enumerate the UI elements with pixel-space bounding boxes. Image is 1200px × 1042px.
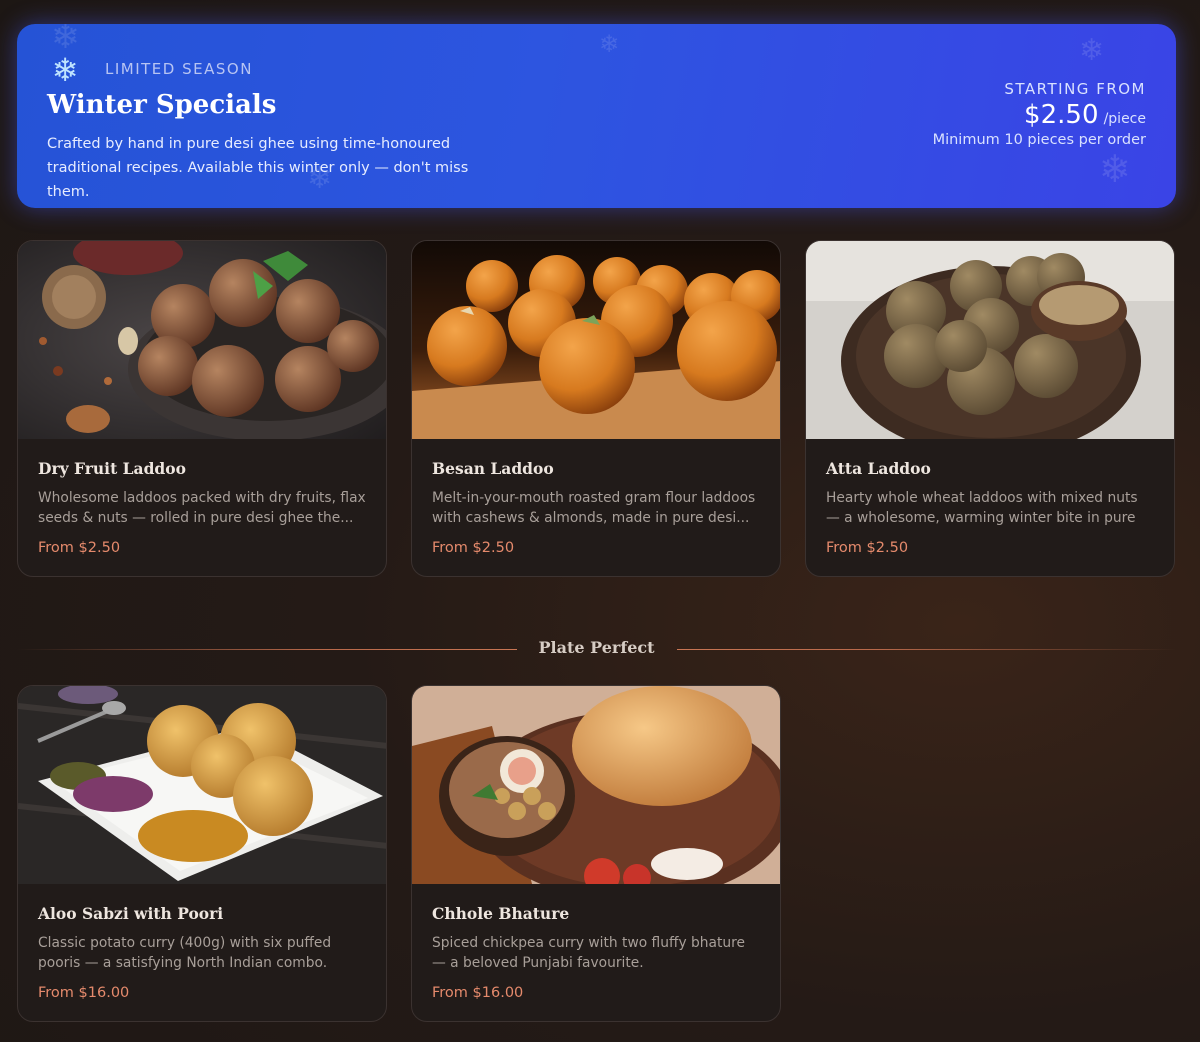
product-name[interactable]: Besan Laddoo [432, 459, 760, 478]
dry-fruit-laddoo-image [18, 241, 386, 439]
product-description: Hearty whole wheat laddoos with mixed nu… [826, 490, 1138, 526]
aloo-sabzi-poori-image [18, 686, 386, 884]
banner-description: Crafted by hand in pure desi ghee using … [47, 136, 469, 200]
price-note: Minimum 10 pieces per order [932, 132, 1146, 148]
product-card-dry-fruit-laddoo[interactable]: Dry Fruit Laddoo Wholesome laddoos packe… [17, 240, 387, 577]
atta-laddoo-image [806, 241, 1174, 439]
product-description: Melt-in-your-mouth roasted gram flour la… [432, 490, 756, 526]
product-name[interactable]: Dry Fruit Laddoo [38, 459, 366, 478]
starting-price-box: STARTING FROM $2.50 /piece Minimum 10 pi… [933, 80, 1146, 148]
snowflake-icon: ❄ [51, 51, 79, 89]
product-card-besan-laddoo[interactable]: Besan Laddoo Melt-in-your-mouth roasted … [411, 240, 781, 577]
product-price: From $2.50 [38, 540, 121, 556]
price-eyebrow: STARTING FROM [1004, 80, 1146, 98]
section-title: Plate Perfect [538, 638, 655, 657]
price-unit: /piece [1103, 111, 1146, 127]
snowflake-decoration-icon: ❄ [1079, 33, 1105, 68]
product-name[interactable]: Chhole Bhature [432, 904, 760, 923]
product-price: From $16.00 [38, 985, 130, 1001]
product-description: Wholesome laddoos packed with dry fruits… [38, 490, 366, 526]
starting-price: $2.50 [1024, 100, 1099, 130]
product-name[interactable]: Atta Laddoo [826, 459, 1154, 478]
product-card-atta-laddoo[interactable]: Atta Laddoo Hearty whole wheat laddoos w… [805, 240, 1175, 577]
product-card-chhole-bhature[interactable]: Chhole Bhature Spiced chickpea curry wit… [411, 685, 781, 1022]
chhole-bhature-image [412, 686, 780, 884]
product-description: Spiced chickpea curry with two fluffy bh… [432, 935, 746, 971]
section-header-plate-perfect: Plate Perfect [17, 636, 1176, 664]
product-card-aloo-sabzi-poori[interactable]: Aloo Sabzi with Poori Classic potato cur… [17, 685, 387, 1022]
banner-title: Winter Specials [47, 90, 277, 120]
winter-specials-banner: ❄ ❄ ❄ ❄ ❄ ❄ LIMITED SEASON Winter Specia… [17, 24, 1176, 208]
product-description: Classic potato curry (400g) with six puf… [38, 935, 332, 971]
product-name[interactable]: Aloo Sabzi with Poori [38, 904, 366, 923]
product-price: From $2.50 [432, 540, 515, 556]
snowflake-decoration-icon: ❄ [1099, 147, 1131, 191]
snowflake-decoration-icon: ❄ [599, 30, 620, 58]
product-price: From $2.50 [826, 540, 909, 556]
menu-page: ❄ ❄ ❄ ❄ ❄ ❄ LIMITED SEASON Winter Specia… [0, 0, 1200, 1042]
snowflake-decoration-icon: ❄ [51, 24, 80, 57]
besan-laddoo-image [412, 241, 780, 439]
section-divider-right [677, 649, 1176, 650]
banner-eyebrow: LIMITED SEASON [105, 60, 253, 78]
product-price: From $16.00 [432, 985, 524, 1001]
